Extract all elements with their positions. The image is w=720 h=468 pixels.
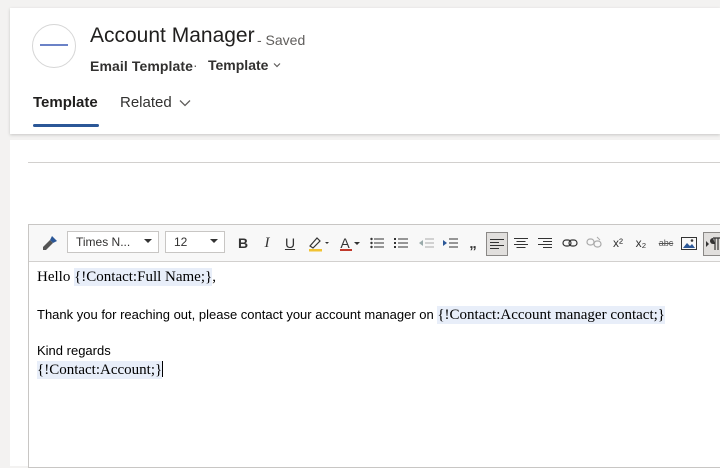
section-divider xyxy=(28,162,720,163)
message-line: Thank you for reaching out, please conta… xyxy=(37,306,666,324)
superscript-button[interactable]: x² xyxy=(609,232,627,254)
chevron-down-icon xyxy=(179,99,191,106)
font-color-swatch xyxy=(340,249,352,251)
rich-text-editor[interactable]: Times N... 12 B I U A „ x² x₂ abc Hello … xyxy=(28,224,720,468)
subscript-button[interactable]: x₂ xyxy=(632,232,650,254)
highlight-button[interactable] xyxy=(306,232,332,254)
saved-status: - Saved xyxy=(257,32,306,48)
font-family-value: Times N... xyxy=(76,235,131,249)
unlink-icon xyxy=(586,236,602,248)
insert-image-button[interactable] xyxy=(680,232,698,254)
decrease-indent-button[interactable] xyxy=(416,232,436,254)
increase-indent-icon xyxy=(443,238,458,248)
italic-button[interactable]: I xyxy=(258,232,276,254)
numbering-button[interactable] xyxy=(392,232,410,254)
bullets-icon xyxy=(370,237,384,249)
font-size-value: 12 xyxy=(174,235,188,249)
tab-template[interactable]: Template xyxy=(33,94,98,111)
highlight-icon xyxy=(309,237,329,252)
align-center-icon xyxy=(514,238,528,248)
strikethrough-button[interactable]: abc xyxy=(655,232,677,254)
chevron-down-icon xyxy=(274,63,281,68)
record-header: Account Manager - Saved Email Template ·… xyxy=(10,8,720,134)
align-left-icon xyxy=(490,239,504,249)
bullets-button[interactable] xyxy=(368,232,386,254)
avatar-logo xyxy=(40,44,68,46)
format-painter-icon xyxy=(43,236,57,250)
greeting-suffix: , xyxy=(212,269,216,285)
main-form-card: Times N... 12 B I U A „ x² x₂ abc Hello … xyxy=(10,140,720,468)
align-center-button[interactable] xyxy=(511,232,531,254)
align-right-button[interactable] xyxy=(535,232,555,254)
editor-toolbar: Times N... 12 B I U A „ x² x₂ abc xyxy=(29,225,720,262)
entity-name: Email Template xyxy=(90,58,194,74)
image-icon xyxy=(681,236,697,250)
caret-down-icon xyxy=(144,239,152,243)
account-manager-placeholder[interactable]: {!Contact:Account manager contact;} xyxy=(437,306,666,324)
numbering-icon xyxy=(394,238,408,248)
font-size-dropdown[interactable]: 12 xyxy=(165,231,225,253)
font-family-dropdown[interactable]: Times N... xyxy=(67,231,159,253)
decrease-indent-icon xyxy=(419,238,434,248)
message-text: Thank you for reaching out, please conta… xyxy=(37,307,438,322)
form-selector-label: Template xyxy=(208,57,269,73)
account-placeholder[interactable]: {!Contact:Account;} xyxy=(37,361,163,379)
greeting-prefix: Hello xyxy=(37,269,75,285)
align-left-button[interactable] xyxy=(486,232,508,256)
record-title: Account Manager xyxy=(90,24,255,47)
ltr-button[interactable] xyxy=(703,232,720,256)
tab-related[interactable]: Related xyxy=(120,94,192,111)
underline-button[interactable]: U xyxy=(281,232,299,254)
signature-line: {!Contact:Account;} xyxy=(37,361,164,379)
align-right-icon xyxy=(538,238,552,248)
increase-indent-button[interactable] xyxy=(440,232,460,254)
unlink-button[interactable] xyxy=(584,232,604,254)
form-selector[interactable]: Template xyxy=(208,57,282,73)
tab-related-label: Related xyxy=(120,94,172,111)
full-name-placeholder[interactable]: {!Contact:Full Name;} xyxy=(74,268,213,286)
blockquote-button[interactable]: „ xyxy=(464,232,482,254)
link-icon xyxy=(562,239,578,247)
text-cursor xyxy=(162,361,164,377)
record-avatar xyxy=(32,24,76,68)
caret-down-icon xyxy=(210,239,218,243)
format-painter-button[interactable] xyxy=(39,232,61,254)
bold-button[interactable]: B xyxy=(234,232,252,254)
closing-line: Kind regards xyxy=(37,343,111,358)
header-separator: · xyxy=(193,57,198,73)
active-tab-indicator xyxy=(33,124,99,127)
greeting-line: Hello {!Contact:Full Name;}, xyxy=(37,268,216,286)
caret-down-icon xyxy=(353,242,360,245)
ltr-icon xyxy=(706,237,720,250)
link-button[interactable] xyxy=(560,232,580,254)
